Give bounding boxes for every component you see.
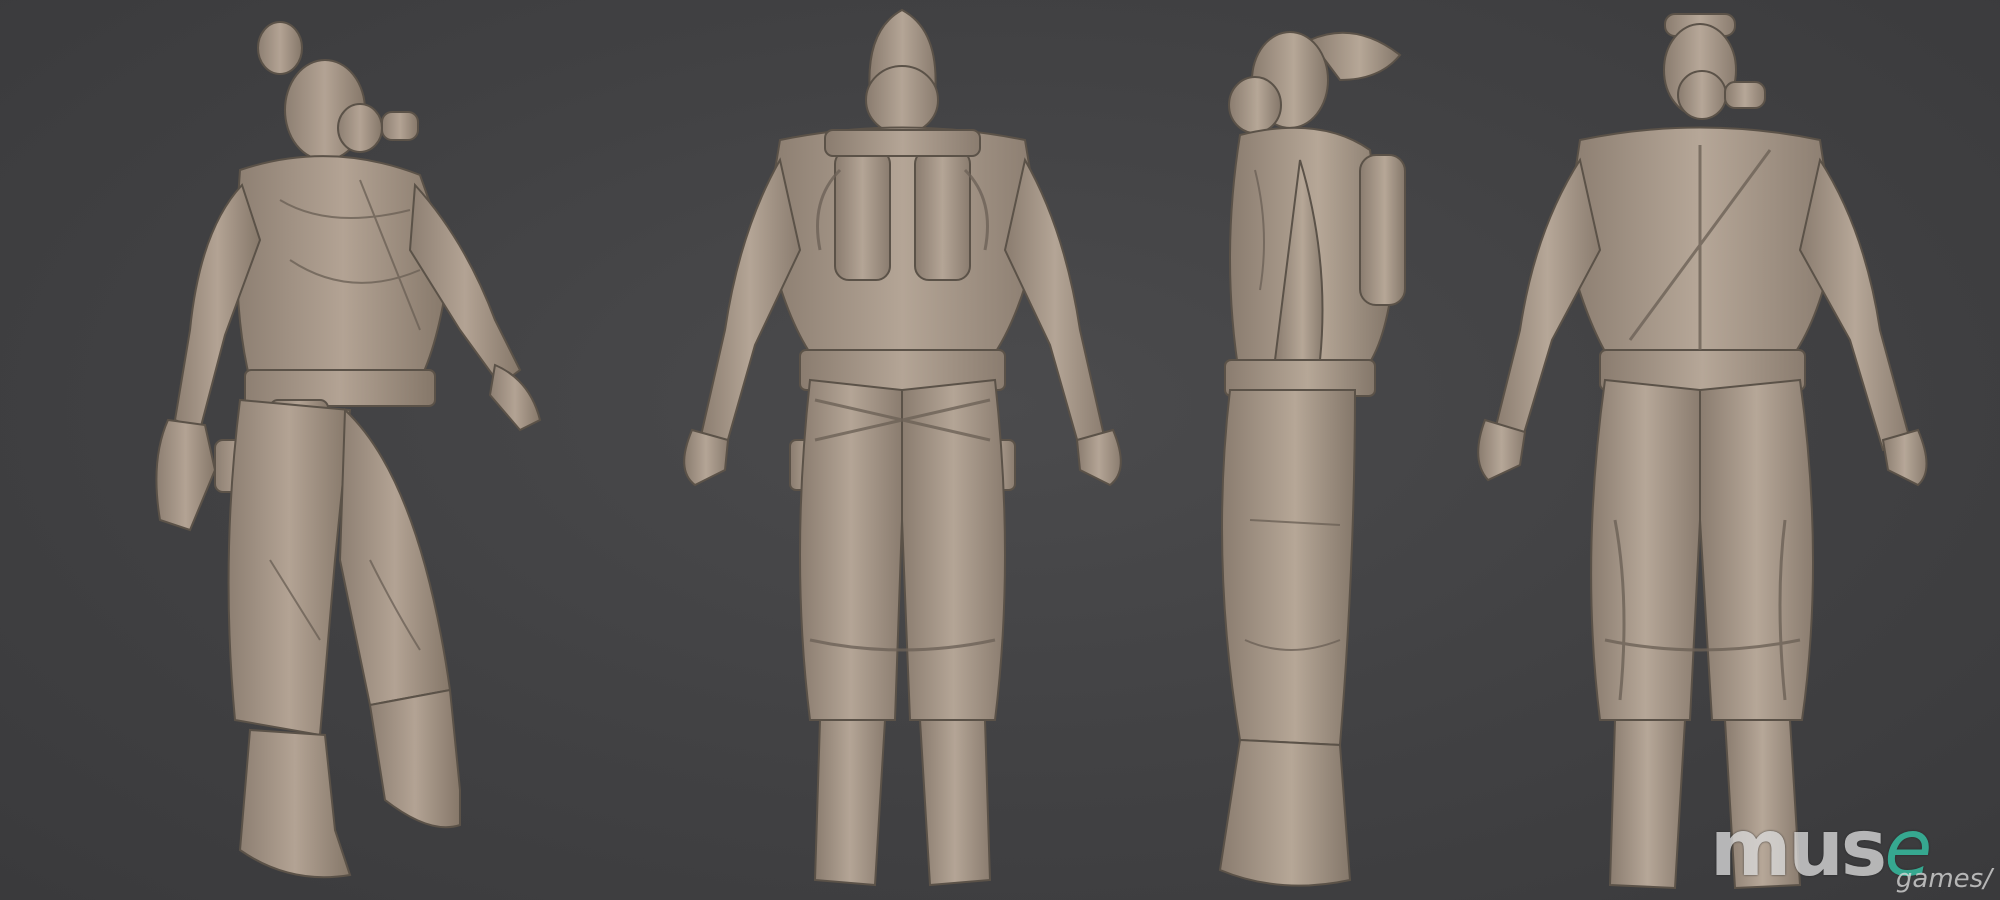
character-perspective-view	[120, 0, 580, 900]
logo-subtitle: games/	[1895, 864, 1992, 894]
character-back-model	[683, 8, 1122, 887]
muse-games-logo: muse games/	[1710, 810, 2000, 894]
character-side-model	[1218, 31, 1406, 887]
character-front-model	[1477, 13, 1928, 890]
character-side-view	[1180, 0, 1460, 900]
logo-word-main: mus	[1710, 804, 1887, 894]
character-front-view	[1440, 0, 1980, 900]
sculpt-turnaround-viewport: muse games/	[0, 0, 2000, 900]
character-back-view	[640, 0, 1160, 900]
character-perspective-model	[155, 21, 542, 879]
